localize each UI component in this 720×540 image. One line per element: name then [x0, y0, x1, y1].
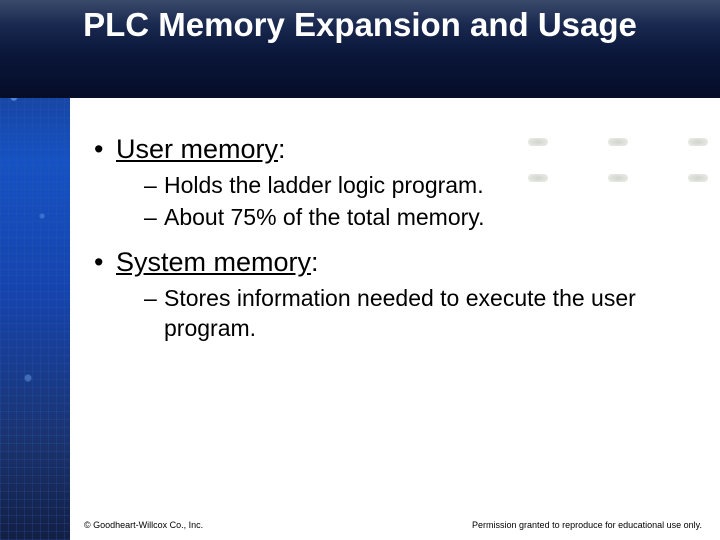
footer-left: © Goodheart-Willcox Co., Inc. [84, 520, 203, 530]
bullet-marker: • [94, 247, 116, 278]
dot-icon [608, 174, 628, 182]
decorative-dots-bottom [528, 174, 708, 182]
dash-marker: – [144, 284, 164, 314]
dash-marker: – [144, 203, 164, 233]
title-band: PLC Memory Expansion and Usage [0, 0, 720, 98]
sub-text: Holds the ladder logic program. [164, 171, 484, 201]
bullet-term: User memory [116, 134, 278, 164]
bullet-marker: • [94, 134, 116, 165]
dot-icon [528, 138, 548, 146]
decorative-dots-top [528, 138, 708, 146]
bullet-suffix: : [311, 247, 319, 277]
footer: © Goodheart-Willcox Co., Inc. Permission… [70, 520, 710, 530]
dot-icon [528, 174, 548, 182]
footer-right: Permission granted to reproduce for educ… [472, 520, 702, 530]
dot-icon [688, 138, 708, 146]
bullet-list: • User memory: – Holds the ladder logic … [94, 134, 720, 344]
sub-text: About 75% of the total memory. [164, 203, 484, 233]
sub-list: – Stores information needed to execute t… [144, 284, 720, 344]
dot-icon [688, 174, 708, 182]
list-item: • System memory: – Stores information ne… [94, 247, 720, 344]
sub-text: Stores information needed to execute the… [164, 284, 720, 344]
dot-icon [608, 138, 628, 146]
bullet-suffix: : [278, 134, 286, 164]
list-item: • User memory: – Holds the ladder logic … [94, 134, 720, 233]
list-item: – About 75% of the total memory. [144, 203, 720, 233]
list-item: – Stores information needed to execute t… [144, 284, 720, 344]
slide-body: • User memory: – Holds the ladder logic … [70, 98, 720, 498]
bullet-term: System memory [116, 247, 311, 277]
dash-marker: – [144, 171, 164, 201]
slide-title: PLC Memory Expansion and Usage [0, 0, 720, 44]
bullet-row: • System memory: [94, 247, 720, 278]
